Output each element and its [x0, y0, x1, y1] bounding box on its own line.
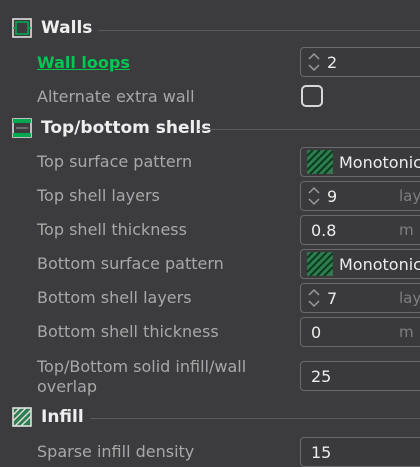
walls-icon — [12, 18, 32, 38]
bottom-shell-thickness-unit: m — [399, 323, 414, 341]
bottom-surface-pattern-value[interactable]: Monotonic — [339, 255, 420, 274]
wall-loops-stepper[interactable]: 2 — [300, 47, 420, 77]
section-divider — [198, 129, 420, 130]
sparse-infill-density-value[interactable]: 15 — [311, 443, 331, 462]
top-shell-thickness-label: Top shell thickness — [37, 220, 187, 239]
top-shell-thickness-input[interactable]: 0.8 m — [300, 215, 420, 245]
section-title-shells: Top/bottom shells — [41, 118, 212, 138]
sparse-infill-density-input[interactable]: 15 — [300, 437, 420, 467]
spinner-arrows-icon[interactable] — [306, 185, 322, 207]
wall-loops-value[interactable]: 2 — [327, 53, 337, 72]
bottom-shell-thickness-label: Bottom shell thickness — [37, 322, 219, 341]
solid-infill-overlap-input[interactable]: 25 — [300, 361, 420, 391]
alternate-extra-wall-checkbox[interactable] — [301, 85, 323, 107]
bottom-shell-layers-stepper[interactable]: 7 lay — [300, 283, 420, 313]
alternate-extra-wall-label: Alternate extra wall — [37, 87, 195, 106]
bottom-surface-pattern-dropdown[interactable]: Monotonic — [300, 249, 420, 279]
bottom-shell-layers-value[interactable]: 7 — [327, 289, 337, 308]
section-title-walls: Walls — [41, 18, 93, 38]
top-shell-layers-label: Top shell layers — [37, 186, 160, 205]
bottom-shell-thickness-input[interactable]: 0 m — [300, 317, 420, 347]
monotonic-pattern-icon — [306, 251, 334, 277]
section-divider — [90, 418, 420, 419]
top-surface-pattern-label: Top surface pattern — [37, 152, 193, 171]
bottom-shell-thickness-value[interactable]: 0 — [311, 323, 321, 342]
section-header-infill: Infill — [12, 404, 84, 430]
top-surface-pattern-value[interactable]: Monotonic — [339, 153, 420, 172]
bottom-surface-pattern-label: Bottom surface pattern — [37, 254, 224, 273]
section-title-infill: Infill — [41, 407, 84, 427]
solid-infill-overlap-label-line2: overlap — [37, 377, 98, 396]
spinner-arrows-icon[interactable] — [306, 287, 322, 309]
top-shell-layers-value[interactable]: 9 — [327, 187, 337, 206]
spinner-arrows-icon[interactable] — [306, 51, 322, 73]
top-shell-thickness-value[interactable]: 0.8 — [311, 221, 336, 240]
bottom-shell-layers-label: Bottom shell layers — [37, 288, 192, 307]
top-shell-thickness-unit: m — [399, 221, 414, 239]
section-header-walls: Walls — [12, 15, 92, 41]
infill-icon — [12, 407, 32, 427]
section-header-shells: Top/bottom shells — [12, 115, 211, 141]
monotonic-pattern-icon — [306, 149, 334, 175]
top-shell-layers-stepper[interactable]: 9 lay — [300, 181, 420, 211]
top-surface-pattern-dropdown[interactable]: Monotonic — [300, 147, 420, 177]
solid-infill-overlap-value[interactable]: 25 — [311, 367, 331, 386]
section-divider — [98, 30, 420, 31]
top-shell-layers-unit: lay — [399, 187, 420, 205]
wall-loops-label[interactable]: Wall loops — [37, 53, 130, 73]
sparse-infill-density-label: Sparse infill density — [37, 442, 195, 461]
shells-icon — [12, 118, 32, 138]
bottom-shell-layers-unit: lay — [399, 289, 420, 307]
solid-infill-overlap-label-line1: Top/Bottom solid infill/wall — [37, 357, 247, 376]
